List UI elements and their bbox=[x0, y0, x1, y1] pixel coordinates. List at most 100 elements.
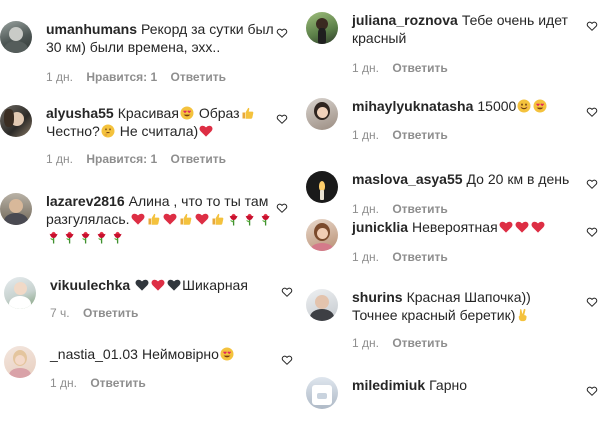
reply-button[interactable]: Ответить bbox=[171, 152, 226, 166]
comment-username[interactable]: maslova_asya55 bbox=[352, 171, 463, 187]
comment-username[interactable]: miledimiuk bbox=[352, 377, 425, 393]
like-heart-icon[interactable] bbox=[586, 106, 598, 118]
like-heart-icon[interactable] bbox=[586, 385, 598, 397]
red-heart-emoji bbox=[163, 212, 177, 226]
reply-button[interactable]: Ответить bbox=[392, 202, 447, 216]
like-heart-icon[interactable] bbox=[276, 202, 288, 214]
comment-vikuulechka: vikuulechka Шикарная 7 ч. Ответить bbox=[4, 276, 280, 320]
comment-meta: 7 ч. Ответить bbox=[50, 306, 280, 320]
avatar[interactable] bbox=[306, 12, 338, 44]
avatar[interactable] bbox=[0, 21, 32, 53]
comment-time[interactable]: 1 дн. bbox=[352, 202, 379, 216]
reply-button[interactable]: Ответить bbox=[90, 376, 145, 390]
comment-username[interactable]: alyusha55 bbox=[46, 105, 114, 121]
smiling-emoji bbox=[517, 99, 531, 113]
like-heart-icon[interactable] bbox=[281, 286, 293, 298]
red-heart-emoji bbox=[199, 124, 213, 138]
comment-text: vikuulechka Шикарная bbox=[50, 276, 280, 294]
avatar[interactable] bbox=[0, 193, 32, 225]
thumbs-up-emoji bbox=[147, 212, 161, 226]
comment-username[interactable]: mihaylyuknatasha bbox=[352, 98, 473, 114]
comment-text: shurins Красная Шапочка)) Точнее красный … bbox=[352, 288, 582, 324]
comment-text: maslova_asya55 До 20 км в день bbox=[352, 170, 582, 188]
like-heart-icon[interactable] bbox=[281, 354, 293, 366]
avatar[interactable] bbox=[306, 171, 338, 203]
black-heart-emoji bbox=[167, 278, 181, 292]
comment-time[interactable]: 1 дн. bbox=[352, 61, 379, 75]
avatar[interactable] bbox=[0, 105, 32, 137]
like-heart-icon[interactable] bbox=[586, 20, 598, 32]
comment-juliana-roznova: juliana_roznova Тебе очень идет красный 1… bbox=[306, 11, 582, 75]
comment-username[interactable]: _nastia_01.03 bbox=[50, 346, 138, 362]
like-heart-icon[interactable] bbox=[276, 27, 288, 39]
avatar[interactable] bbox=[306, 289, 338, 321]
comment-message: Честно? bbox=[46, 123, 100, 139]
avatar[interactable] bbox=[306, 377, 338, 409]
rose-emoji bbox=[95, 230, 109, 244]
avatar[interactable] bbox=[4, 277, 36, 309]
comment-message: Гарно bbox=[429, 377, 468, 393]
comment-username[interactable]: junicklia bbox=[352, 219, 408, 235]
comment-message: Шикарная bbox=[182, 277, 248, 293]
red-heart-emoji bbox=[151, 278, 165, 292]
comment-meta: 1 дн. Ответить bbox=[352, 202, 582, 216]
avatar[interactable] bbox=[4, 346, 36, 378]
comment-text: alyusha55 Красивая Образ Честно? Не счита… bbox=[46, 104, 276, 140]
comment-time[interactable]: 1 дн. bbox=[46, 152, 73, 166]
comment-username[interactable]: vikuulechka bbox=[50, 277, 130, 293]
reply-button[interactable]: Ответить bbox=[392, 336, 447, 350]
avatar[interactable] bbox=[306, 219, 338, 251]
comment-time[interactable]: 1 дн. bbox=[352, 336, 379, 350]
comment-text: miledimiuk Гарно bbox=[352, 376, 582, 394]
like-heart-icon[interactable] bbox=[586, 226, 598, 238]
comment-shurins: shurins Красная Шапочка)) Точнее красный … bbox=[306, 288, 582, 350]
comment-body: alyusha55 Красивая Образ Честно? Не счита… bbox=[46, 104, 276, 166]
reply-button[interactable]: Ответить bbox=[171, 70, 226, 84]
comment-message: Красивая bbox=[117, 105, 179, 121]
comment-username[interactable]: umanhumans bbox=[46, 21, 137, 37]
comment-username[interactable]: shurins bbox=[352, 289, 403, 305]
comment-text: _nastia_01.03 Неймовірно bbox=[50, 345, 280, 363]
reply-button[interactable]: Ответить bbox=[392, 128, 447, 142]
comment-time[interactable]: 1 дн. bbox=[50, 376, 77, 390]
comment-meta: 1 дн. Ответить bbox=[352, 128, 582, 142]
comment-message: Точнее красный беретик) bbox=[352, 307, 516, 323]
like-heart-icon[interactable] bbox=[276, 113, 288, 125]
rose-emoji bbox=[47, 230, 61, 244]
thinking-emoji bbox=[101, 124, 115, 138]
comment-time[interactable]: 1 дн. bbox=[352, 250, 379, 264]
comment-username[interactable]: juliana_roznova bbox=[352, 12, 458, 28]
comment-time[interactable]: 1 дн. bbox=[352, 128, 379, 142]
likes-count[interactable]: Нравится: 1 bbox=[86, 152, 157, 166]
comment-body: maslova_asya55 До 20 км в день 1 дн. Отве… bbox=[352, 170, 582, 216]
comment-body: mihaylyuknatasha 15000 1 дн. Ответить bbox=[352, 97, 582, 142]
comment-body: _nastia_01.03 Неймовірно 1 дн. Ответить bbox=[50, 345, 280, 390]
rose-emoji bbox=[79, 230, 93, 244]
reply-button[interactable]: Ответить bbox=[392, 250, 447, 264]
comment-message: 15000 bbox=[477, 98, 517, 114]
comment-meta: 1 дн. Нравится: 1 Ответить bbox=[46, 70, 276, 84]
comment-message: Неймовірно bbox=[141, 346, 219, 362]
comment-text: mihaylyuknatasha 15000 bbox=[352, 97, 582, 115]
comment-username[interactable]: lazarev2816 bbox=[46, 193, 125, 209]
comment-body: juliana_roznova Тебе очень идет красный 1… bbox=[352, 11, 582, 75]
comment-message: Не считала) bbox=[119, 123, 199, 139]
comment-message: До 20 км в день bbox=[466, 171, 570, 187]
comment-time[interactable]: 7 ч. bbox=[50, 306, 70, 320]
comment-time[interactable]: 1 дн. bbox=[46, 70, 73, 84]
comment-alyusha55: alyusha55 Красивая Образ Честно? Не счита… bbox=[0, 104, 276, 166]
avatar[interactable] bbox=[306, 98, 338, 130]
rose-emoji bbox=[243, 212, 257, 226]
thumbs-up-emoji bbox=[211, 212, 225, 226]
reply-button[interactable]: Ответить bbox=[83, 306, 138, 320]
likes-count[interactable]: Нравится: 1 bbox=[86, 70, 157, 84]
reply-button[interactable]: Ответить bbox=[392, 61, 447, 75]
comment-maslova-asya55: maslova_asya55 До 20 км в день 1 дн. Отве… bbox=[306, 170, 582, 216]
thumbs-up-emoji bbox=[241, 106, 255, 120]
like-heart-icon[interactable] bbox=[586, 178, 598, 190]
comment-text: juliana_roznova Тебе очень идет красный bbox=[352, 11, 582, 47]
rose-emoji bbox=[227, 212, 241, 226]
like-heart-icon[interactable] bbox=[586, 296, 598, 308]
comment-nastia-01-03: _nastia_01.03 Неймовірно 1 дн. Ответить bbox=[4, 345, 280, 390]
comment-body: lazarev2816 Алина , что то ты там разгуля… bbox=[46, 192, 276, 246]
